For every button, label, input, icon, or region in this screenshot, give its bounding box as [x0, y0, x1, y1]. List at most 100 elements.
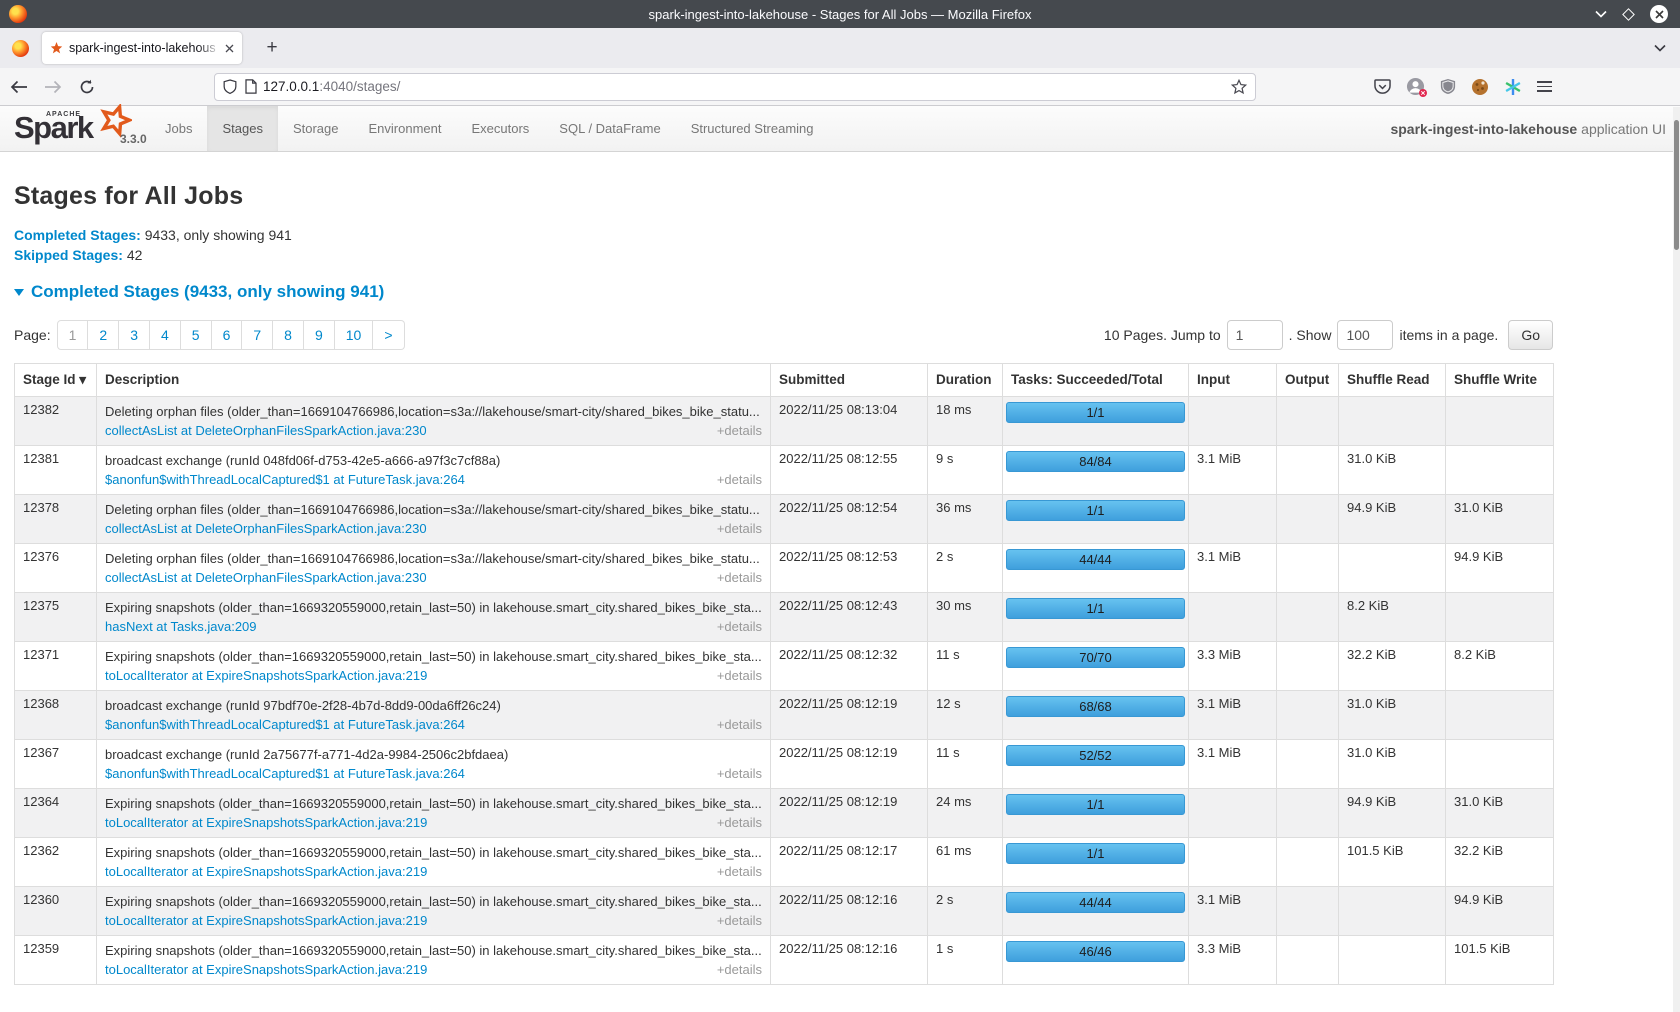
details-toggle[interactable]: +details [717, 715, 762, 734]
nav-item-jobs[interactable]: Jobs [150, 106, 207, 151]
window-maximize-icon[interactable] [1622, 8, 1635, 21]
column-header-output[interactable]: Output [1277, 364, 1339, 397]
page-button-3[interactable]: 3 [119, 320, 150, 350]
window-close-icon[interactable] [1650, 5, 1668, 23]
stage-detail-link[interactable]: hasNext at Tasks.java:209 [105, 617, 257, 636]
cookie-icon[interactable] [1471, 78, 1489, 96]
page-button-1[interactable]: 1 [57, 320, 89, 350]
tab-title: spark-ingest-into-lakehous [69, 41, 221, 55]
column-header-shuffle-write[interactable]: Shuffle Write [1446, 364, 1554, 397]
multicolor-asterisk-icon[interactable] [1504, 78, 1522, 96]
firefox-icon[interactable] [12, 40, 29, 57]
jump-to-page-input[interactable] [1227, 320, 1283, 350]
bookmark-star-icon[interactable] [1231, 79, 1247, 95]
stage-id-cell: 12360 [15, 887, 97, 936]
details-toggle[interactable]: +details [717, 617, 762, 636]
details-toggle[interactable]: +details [717, 862, 762, 881]
page-button-4[interactable]: 4 [150, 320, 181, 350]
stage-detail-link[interactable]: toLocalIterator at ExpireSnapshotsSparkA… [105, 862, 427, 881]
page-button-9[interactable]: 9 [304, 320, 335, 350]
column-header-description[interactable]: Description [97, 364, 771, 397]
details-toggle[interactable]: +details [717, 764, 762, 783]
new-tab-button[interactable]: + [258, 34, 286, 62]
tasks-count: 52/52 [1079, 748, 1112, 763]
nav-item-stages[interactable]: Stages [207, 106, 277, 151]
items-per-page-input[interactable] [1337, 320, 1393, 350]
next-page-button[interactable]: > [373, 320, 404, 350]
completed-stages-section-toggle[interactable]: Completed Stages (9433, only showing 941… [14, 282, 1553, 302]
stage-detail-link[interactable]: collectAsList at DeleteOrphanFilesSparkA… [105, 421, 427, 440]
shuffle-write-cell [1446, 446, 1554, 495]
details-toggle[interactable]: +details [717, 813, 762, 832]
shuffle-read-cell [1339, 887, 1446, 936]
pagination-row: Page: 12345678910> 10 Pages. Jump to . S… [14, 320, 1553, 350]
page-button-7[interactable]: 7 [242, 320, 273, 350]
stage-detail-link[interactable]: $anonfun$withThreadLocalCaptured$1 at Fu… [105, 470, 465, 489]
pocket-icon[interactable] [1374, 79, 1391, 95]
nav-item-structured-streaming[interactable]: Structured Streaming [676, 106, 829, 151]
nav-item-sql-dataframe[interactable]: SQL / DataFrame [544, 106, 675, 151]
items-label: items in a page. [1399, 327, 1498, 343]
tasks-count: 84/84 [1079, 454, 1112, 469]
page-button-8[interactable]: 8 [273, 320, 304, 350]
page-button-2[interactable]: 2 [88, 320, 119, 350]
collapse-arrow-icon [14, 289, 24, 296]
app-menu-icon[interactable] [1537, 78, 1552, 95]
scrollbar[interactable] [1673, 107, 1680, 1012]
shuffle-read-cell [1339, 544, 1446, 593]
column-header-duration[interactable]: Duration [928, 364, 1003, 397]
details-toggle[interactable]: +details [717, 960, 762, 979]
window-minimize-icon[interactable] [1595, 10, 1607, 18]
reload-button[interactable] [72, 73, 102, 101]
page-button-5[interactable]: 5 [181, 320, 212, 350]
stage-detail-link[interactable]: toLocalIterator at ExpireSnapshotsSparkA… [105, 911, 427, 930]
page-button-10[interactable]: 10 [335, 320, 374, 350]
output-cell [1277, 740, 1339, 789]
skipped-stages-link[interactable]: Skipped Stages: [14, 247, 123, 263]
details-toggle[interactable]: +details [717, 911, 762, 930]
details-toggle[interactable]: +details [717, 666, 762, 685]
column-header-tasks-succeeded-total[interactable]: Tasks: Succeeded/Total [1003, 364, 1189, 397]
table-header-row: Stage Id ▾DescriptionSubmittedDurationTa… [15, 364, 1554, 397]
spark-logo[interactable]: APACHE Spark 3.3.0 [12, 106, 150, 151]
stage-detail-link[interactable]: collectAsList at DeleteOrphanFilesSparkA… [105, 568, 427, 587]
stage-detail-link[interactable]: toLocalIterator at ExpireSnapshotsSparkA… [105, 813, 427, 832]
tasks-count: 46/46 [1079, 944, 1112, 959]
shield-icon[interactable] [223, 79, 237, 95]
ublock-origin-icon[interactable] [1440, 78, 1456, 95]
column-header-shuffle-read[interactable]: Shuffle Read [1339, 364, 1446, 397]
tab-close-icon[interactable] [225, 44, 234, 53]
completed-stages-link[interactable]: Completed Stages: [14, 227, 141, 243]
details-toggle[interactable]: +details [717, 519, 762, 538]
column-header-stage-id[interactable]: Stage Id ▾ [15, 364, 97, 397]
stage-detail-link[interactable]: toLocalIterator at ExpireSnapshotsSparkA… [105, 666, 427, 685]
details-toggle[interactable]: +details [717, 421, 762, 440]
details-toggle[interactable]: +details [717, 470, 762, 489]
details-toggle[interactable]: +details [717, 568, 762, 587]
scrollbar-thumb[interactable] [1674, 120, 1679, 250]
nav-item-storage[interactable]: Storage [278, 106, 354, 151]
tasks-cell: 84/84 [1003, 446, 1189, 495]
stage-detail-link[interactable]: $anonfun$withThreadLocalCaptured$1 at Fu… [105, 715, 465, 734]
go-button[interactable]: Go [1508, 320, 1553, 350]
stage-detail-link[interactable]: toLocalIterator at ExpireSnapshotsSparkA… [105, 960, 427, 979]
duration-cell: 18 ms [928, 397, 1003, 446]
column-header-submitted[interactable]: Submitted [771, 364, 928, 397]
nav-item-executors[interactable]: Executors [456, 106, 544, 151]
account-icon[interactable] [1406, 77, 1425, 96]
page-button-6[interactable]: 6 [212, 320, 243, 350]
input-cell: 3.1 MiB [1189, 446, 1277, 495]
stage-detail-link[interactable]: $anonfun$withThreadLocalCaptured$1 at Fu… [105, 764, 465, 783]
tab-list-dropdown-icon[interactable] [1654, 44, 1666, 52]
forward-button[interactable] [38, 73, 68, 101]
tab-spark-ingest[interactable]: spark-ingest-into-lakehous [42, 32, 242, 64]
stage-detail-link[interactable]: collectAsList at DeleteOrphanFilesSparkA… [105, 519, 427, 538]
stage-id-cell: 12359 [15, 936, 97, 985]
nav-item-environment[interactable]: Environment [354, 106, 457, 151]
column-header-input[interactable]: Input [1189, 364, 1277, 397]
page-info-icon[interactable] [245, 79, 257, 94]
back-button[interactable] [4, 73, 34, 101]
url-bar[interactable]: 127.0.0.1:4040/stages/ [214, 73, 1256, 101]
tasks-count: 70/70 [1079, 650, 1112, 665]
duration-cell: 11 s [928, 740, 1003, 789]
